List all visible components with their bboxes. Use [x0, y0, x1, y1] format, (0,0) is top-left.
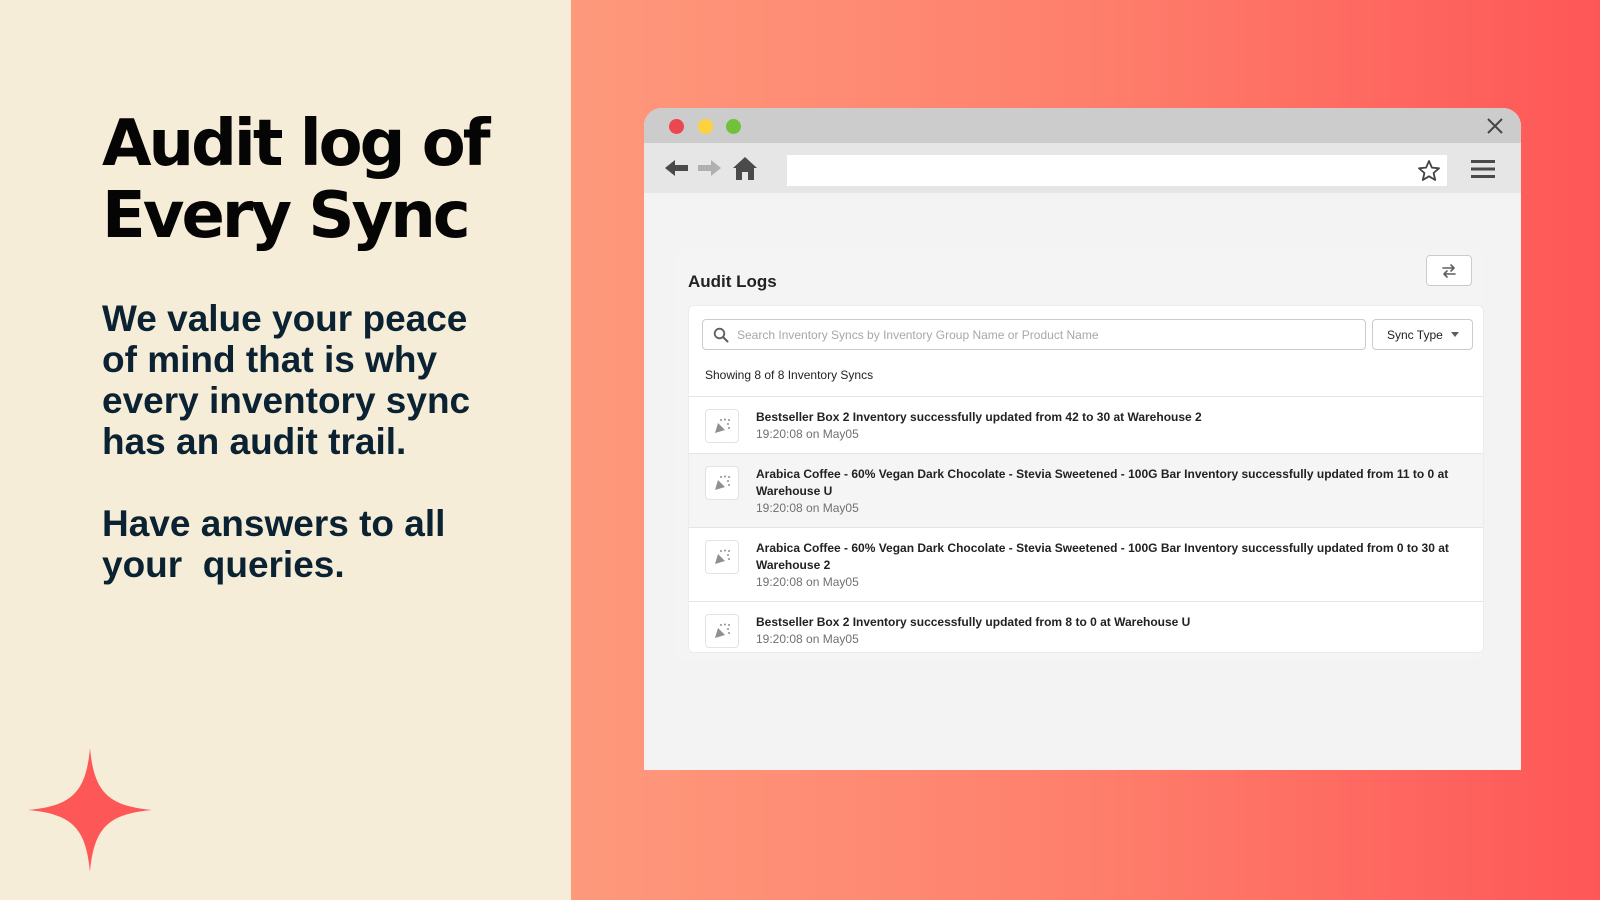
party-popper-icon: [705, 466, 739, 500]
close-icon[interactable]: [1485, 116, 1505, 136]
swap-arrows-icon: [1442, 263, 1456, 278]
audit-log-panel: Sync Type Showing 8 of 8 Inventory Syncs…: [688, 305, 1484, 653]
address-bar[interactable]: [787, 155, 1447, 186]
list-item[interactable]: Bestseller Box 2 Inventory successfully …: [689, 396, 1483, 453]
minimize-window-dot[interactable]: [698, 119, 713, 134]
log-entry-title: Arabica Coffee - 60% Vegan Dark Chocolat…: [756, 541, 1449, 572]
log-entry-time: 19:20:08 on May05: [756, 632, 859, 646]
close-window-dot[interactable]: [669, 119, 684, 134]
search-icon: [713, 327, 729, 343]
sync-type-dropdown[interactable]: Sync Type: [1372, 319, 1473, 350]
page-title: Audit Logs: [688, 272, 777, 291]
home-icon[interactable]: [732, 156, 758, 180]
promo-copy: We value your peace of mind that is why …: [102, 298, 502, 585]
sync-type-label: Sync Type: [1387, 327, 1443, 342]
log-entry-time: 19:20:08 on May05: [756, 575, 859, 589]
log-entry-title: Bestseller Box 2 Inventory successfully …: [756, 410, 1202, 424]
party-popper-icon: [705, 540, 739, 574]
maximize-window-dot[interactable]: [726, 119, 741, 134]
list-item[interactable]: Bestseller Box 2 Inventory successfully …: [689, 601, 1483, 652]
audit-logs-card: Audit Logs Sync Type Showing 8 of 8 Inve…: [674, 250, 1484, 660]
list-item[interactable]: Arabica Coffee - 60% Vegan Dark Chocolat…: [689, 527, 1483, 601]
refresh-button[interactable]: [1426, 255, 1472, 286]
audit-log-list: Bestseller Box 2 Inventory successfully …: [689, 396, 1483, 652]
log-entry-time: 19:20:08 on May05: [756, 427, 859, 441]
party-popper-icon: [705, 614, 739, 648]
promo-paragraph-1: We value your peace of mind that is why …: [102, 298, 481, 462]
log-entry-title: Arabica Coffee - 60% Vegan Dark Chocolat…: [756, 467, 1449, 498]
log-entry-time: 19:20:08 on May05: [756, 501, 859, 515]
search-field[interactable]: [702, 319, 1366, 350]
headline-line-1: Audit log of: [102, 107, 491, 181]
party-popper-icon: [705, 409, 739, 443]
hamburger-icon[interactable]: [1471, 159, 1495, 179]
promo-paragraph-2: Have answers to all your queries.: [102, 503, 456, 585]
browser-window: Audit Logs Sync Type Showing 8 of 8 Inve…: [644, 108, 1521, 770]
list-item[interactable]: Arabica Coffee - 60% Vegan Dark Chocolat…: [689, 453, 1483, 527]
star-icon[interactable]: [1417, 159, 1441, 183]
results-count: Showing 8 of 8 Inventory Syncs: [705, 368, 874, 382]
caret-down-icon: [1450, 332, 1459, 337]
arrow-left-icon[interactable]: [664, 156, 690, 180]
search-input[interactable]: [737, 320, 1357, 349]
log-entry-title: Bestseller Box 2 Inventory successfully …: [756, 615, 1191, 629]
headline: Audit log of Every Sync: [102, 107, 491, 253]
promo-panel: Audit log of Every Sync We value your pe…: [0, 0, 571, 900]
arrow-right-icon[interactable]: [696, 156, 722, 180]
title-bar: [644, 108, 1521, 143]
four-point-star-icon: [28, 748, 152, 872]
headline-line-2: Every Sync: [102, 179, 471, 253]
browser-toolbar: [644, 143, 1521, 193]
